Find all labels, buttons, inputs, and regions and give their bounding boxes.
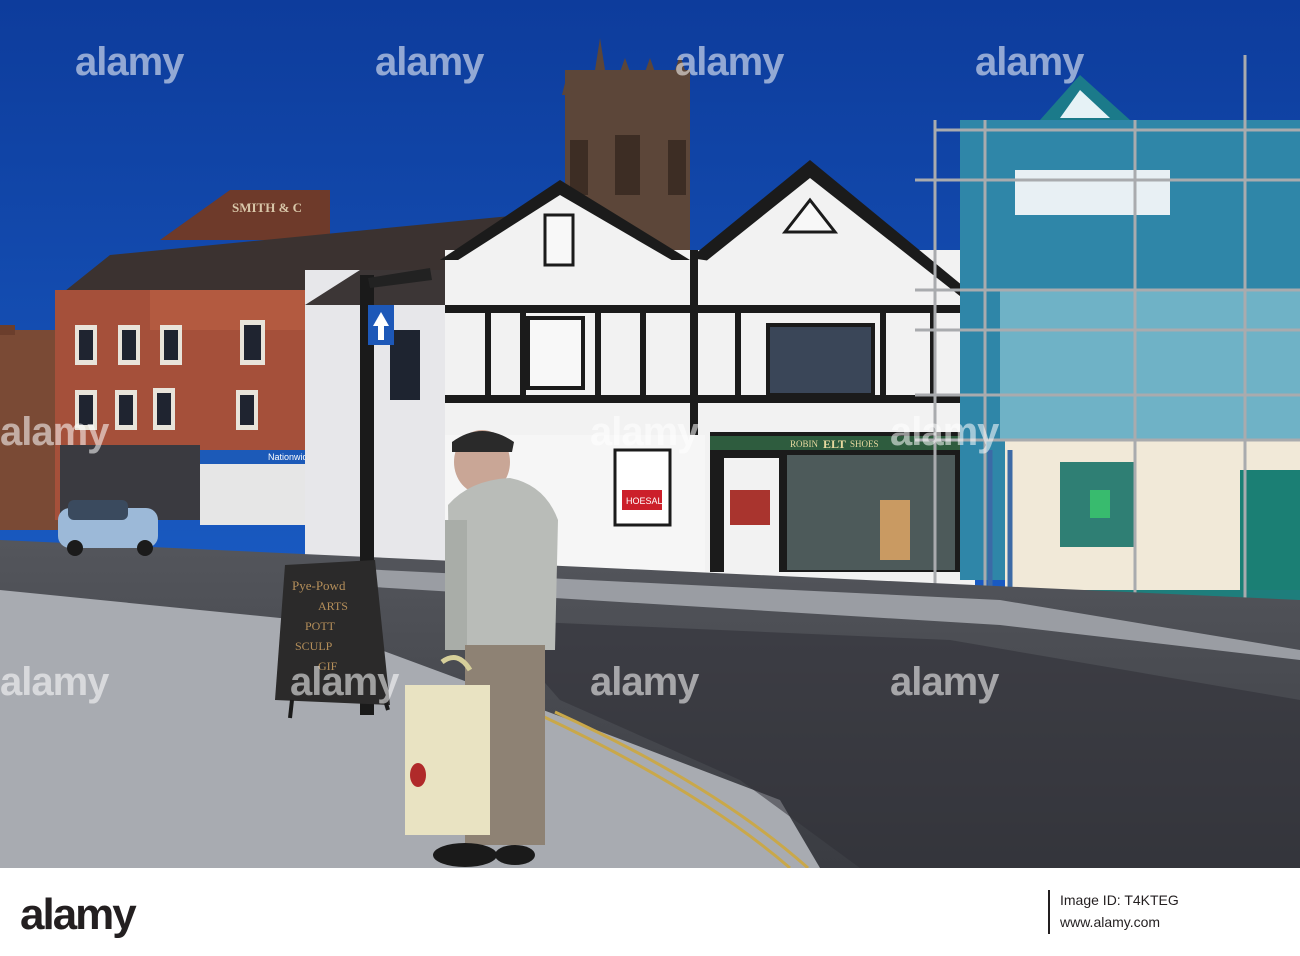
scaffolded-building [915,55,1300,630]
watermark-9: alamy [290,660,399,704]
blue-car [58,500,158,556]
footer-logo: alamy [20,890,137,939]
watermark-10: alamy [590,660,699,704]
watermark-1: alamy [75,40,184,84]
shoe-sale-sign: HOESAL [626,496,663,506]
watermark-3: alamy [675,40,784,84]
aboard-line-2: ARTS [318,599,348,613]
aboard-line-3: POTT [305,619,336,633]
watermark-6: alamy [590,410,699,454]
aboard-line-4: SCULP [295,639,333,653]
elt-sign: ELT [823,437,846,451]
shoes-sign: SHOES [850,439,879,449]
watermark-7: alamy [890,410,999,454]
stock-footer: alamy [0,868,1300,956]
aboard-line-1: Pye-Powd [292,578,346,593]
watermark-11: alamy [890,660,999,704]
image-id: Image ID: T4KTEG [1060,892,1179,908]
watermark-8: alamy [0,660,109,704]
footer-url: www.alamy.com [1060,914,1161,930]
robin-sign: ROBIN [790,439,819,449]
street-photo: Nationwide SMITH & C HOESAL ROBIN ELT SH… [0,0,1300,868]
footer-divider [1048,890,1050,934]
watermark-4: alamy [975,40,1084,84]
watermark-5: alamy [0,410,109,454]
smith-sign: SMITH & C [232,200,302,215]
watermark-2: alamy [375,40,484,84]
